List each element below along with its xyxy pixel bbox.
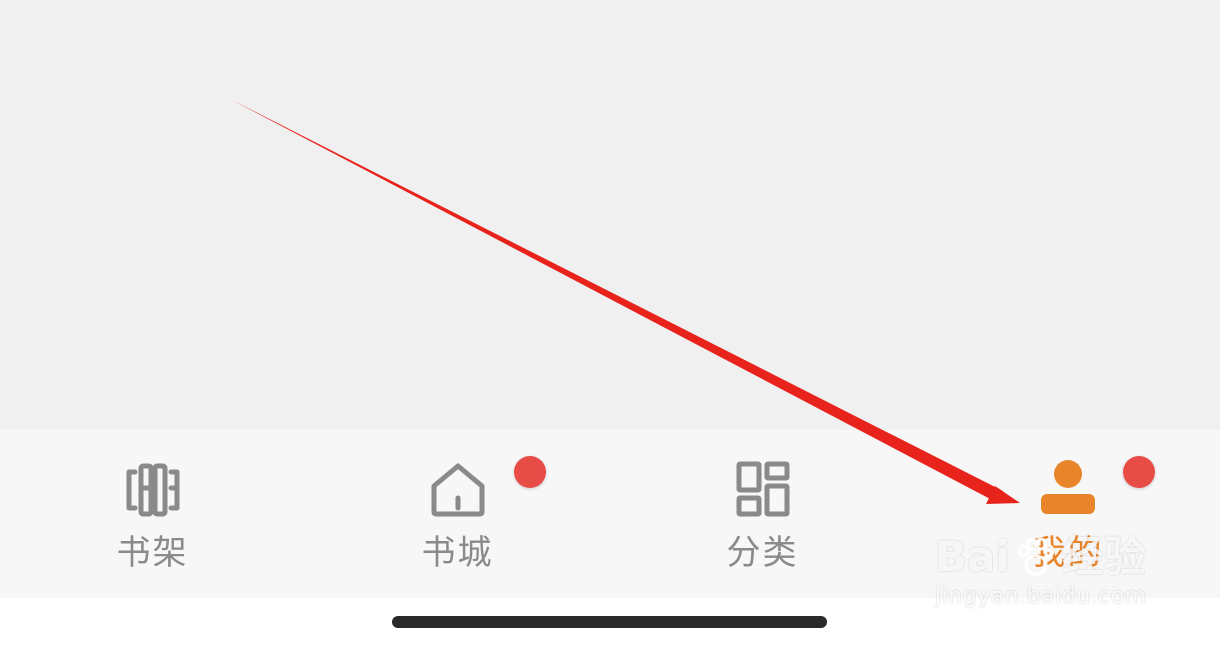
notification-badge-bookstore xyxy=(514,456,546,488)
tab-category[interactable]: 分类 xyxy=(610,430,915,598)
content-area xyxy=(0,0,1220,430)
bottom-tab-bar: 书架 书城 分类 我的 xyxy=(0,430,1220,598)
tab-bookstore[interactable]: 书城 xyxy=(305,430,610,598)
tab-mine[interactable]: 我的 xyxy=(915,430,1220,598)
tab-label-category: 分类 xyxy=(726,533,799,573)
tab-bookshelf[interactable]: 书架 xyxy=(0,430,305,598)
user-icon xyxy=(1040,460,1095,514)
home-indicator[interactable] xyxy=(392,616,827,628)
tab-label-mine: 我的 xyxy=(1031,533,1104,573)
tab-label-bookstore: 书城 xyxy=(421,533,494,573)
home-icon xyxy=(431,463,484,517)
tab-label-bookshelf: 书架 xyxy=(116,533,189,573)
notification-badge-mine xyxy=(1123,456,1155,488)
home-indicator-area xyxy=(0,598,1220,646)
grid-icon xyxy=(736,461,789,517)
bookshelf-icon xyxy=(126,463,179,517)
